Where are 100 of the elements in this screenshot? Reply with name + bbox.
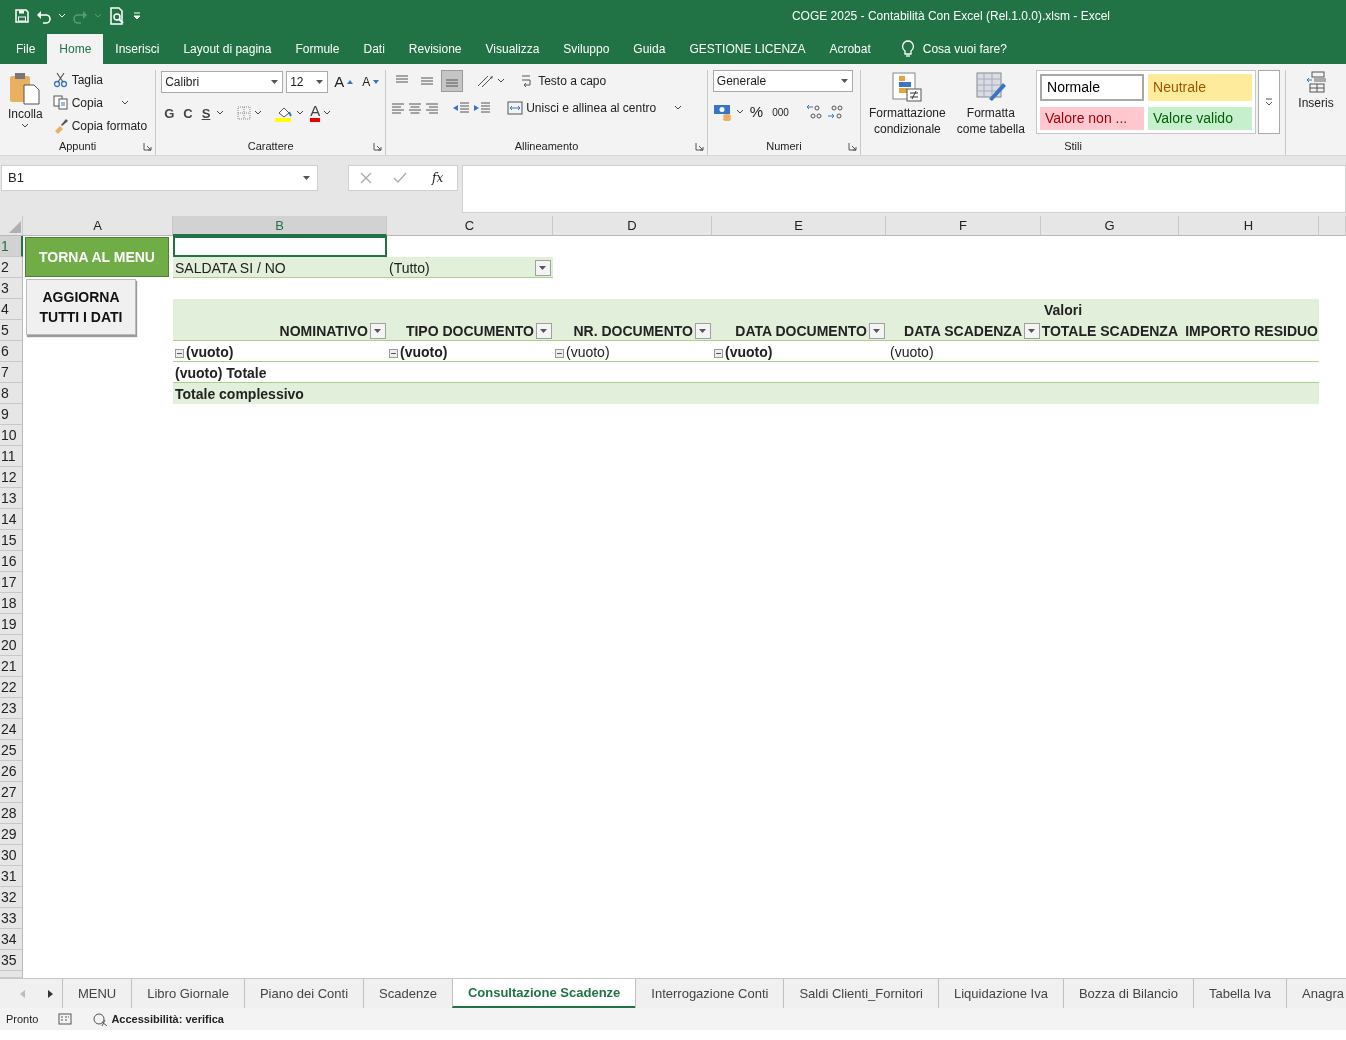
row-header[interactable]: 17 [0, 572, 23, 593]
save-icon[interactable] [14, 8, 30, 24]
paste-button[interactable]: Incolla [5, 70, 46, 139]
print-preview-icon[interactable] [108, 7, 126, 25]
ribbon-tab[interactable]: Visualizza [473, 34, 552, 64]
row-header[interactable]: 7 [0, 362, 23, 383]
row-header[interactable]: 19 [0, 614, 23, 635]
name-box[interactable]: B1 [1, 165, 318, 191]
row-header[interactable]: 16 [0, 551, 23, 572]
ribbon-tab[interactable]: Revisione [396, 34, 474, 64]
row-header[interactable]: 5 [0, 320, 23, 341]
sheet-tab[interactable]: Consultazione Scadenze [451, 979, 636, 1008]
row-header[interactable]: 4 [0, 299, 23, 320]
ribbon-button[interactable]: Formatta come tabella [952, 70, 1029, 139]
collapse-icon[interactable] [714, 349, 723, 358]
row-header[interactable]: 23 [0, 698, 23, 719]
ribbon-button[interactable]: Inseris [1291, 70, 1341, 155]
column-header[interactable]: B [173, 216, 387, 236]
column-header[interactable]: D [553, 216, 712, 236]
row-header[interactable]: 14 [0, 509, 23, 530]
row-header[interactable]: 34 [0, 929, 23, 950]
dialog-launcher-icon[interactable] [143, 142, 153, 151]
row-header[interactable]: 2 [0, 257, 23, 278]
filter-dropdown-button[interactable] [536, 323, 552, 339]
filter-dropdown-button[interactable] [370, 323, 386, 339]
cell-style-item[interactable]: Valore non ... [1040, 107, 1144, 130]
orientation-icon[interactable] [476, 74, 495, 88]
merge-center-button[interactable]: Unisci e allinea al centro [504, 98, 686, 118]
ribbon-tab[interactable]: Dati [351, 34, 397, 64]
row-header[interactable]: 21 [0, 656, 23, 677]
row-header[interactable]: 1 [0, 236, 23, 257]
cell-style-item[interactable]: Valore valido [1148, 107, 1252, 130]
row-header[interactable]: 18 [0, 593, 23, 614]
increase-decimal-icon[interactable] [804, 104, 823, 121]
accessibility-status[interactable]: Accessibilità: verifica [92, 1010, 224, 1028]
row-header[interactable]: 6 [0, 341, 23, 362]
row-header[interactable]: 3 [0, 278, 23, 299]
column-header[interactable]: C [387, 216, 553, 236]
ribbon-tab[interactable]: Inserisci [103, 34, 172, 64]
column-header[interactable]: H [1179, 216, 1319, 236]
row-header[interactable]: 31 [0, 866, 23, 887]
macro-button[interactable]: AGGIORNA TUTTI I DATI [26, 279, 136, 335]
ribbon-tab[interactable]: Formule [283, 34, 352, 64]
dialog-launcher-icon[interactable] [694, 142, 704, 151]
row-header[interactable]: 27 [0, 782, 23, 803]
column-header[interactable]: A [23, 216, 173, 236]
collapse-icon[interactable] [389, 349, 398, 358]
row-header[interactable]: 13 [0, 488, 23, 509]
number-format-field[interactable]: Generale [712, 70, 853, 92]
row-header[interactable]: 25 [0, 740, 23, 761]
search-prompt[interactable]: Cosa vuoi fare? [922, 40, 1007, 58]
row-header[interactable]: 26 [0, 761, 23, 782]
row-header[interactable]: 35 [0, 950, 23, 971]
ribbon-button[interactable]: Copia [49, 93, 151, 113]
currency-icon[interactable] [712, 103, 733, 122]
ribbon-tab[interactable]: File [4, 34, 48, 64]
ribbon-button[interactable]: 000 [769, 103, 792, 121]
row-header[interactable]: 15 [0, 530, 23, 551]
ribbon-tab[interactable]: Sviluppo [551, 34, 622, 64]
ribbon-tab[interactable]: Guida [621, 34, 678, 64]
row-header[interactable]: 28 [0, 803, 23, 824]
ribbon-tab[interactable]: GESTIONE LICENZA [677, 34, 818, 64]
column-header[interactable]: F [886, 216, 1041, 236]
ribbon-button[interactable]: S [198, 102, 214, 124]
align-bottom-button[interactable] [441, 70, 464, 92]
filter-dropdown-button[interactable] [1024, 323, 1040, 339]
active-cell[interactable] [173, 236, 387, 257]
font-size-field[interactable]: 12 [286, 71, 329, 94]
ribbon-button[interactable]: C [180, 102, 196, 124]
collapse-icon[interactable] [555, 349, 564, 358]
scroll-right-icon[interactable] [48, 989, 54, 998]
filter-dropdown-button[interactable] [695, 323, 711, 339]
collapse-icon[interactable] [175, 349, 184, 358]
cell-style-item[interactable]: Neutrale [1148, 74, 1252, 101]
ribbon-button[interactable]: % [746, 100, 767, 125]
column-header[interactable]: G [1041, 216, 1179, 236]
row-header[interactable]: 12 [0, 467, 23, 488]
row-header[interactable]: 22 [0, 677, 23, 698]
row-header[interactable]: 24 [0, 719, 23, 740]
ribbon-button[interactable]: Formattazione condizionale [866, 70, 949, 139]
cell-style-item[interactable]: Normale [1040, 74, 1144, 101]
filter-dropdown-button[interactable] [869, 323, 885, 339]
ribbon-button[interactable]: A [359, 72, 383, 93]
ribbon-button[interactable]: A [331, 70, 357, 95]
column-header[interactable]: E [712, 216, 886, 236]
font-name-field[interactable]: Calibri [161, 71, 284, 94]
row-header[interactable]: 30 [0, 845, 23, 866]
decrease-decimal-icon[interactable] [825, 104, 844, 121]
customize-icon[interactable] [132, 11, 142, 21]
row-header[interactable]: 20 [0, 635, 23, 656]
formula-input[interactable] [462, 165, 1346, 213]
wrap-text-button[interactable]: Testo a capo [518, 71, 610, 91]
row-header[interactable]: 33 [0, 908, 23, 929]
row-header[interactable]: 11 [0, 446, 23, 467]
insert-function-button[interactable]: fx [429, 168, 447, 188]
ribbon-tab[interactable]: Layout di pagina [171, 34, 284, 64]
dialog-launcher-icon[interactable] [373, 142, 383, 151]
dialog-launcher-icon[interactable] [848, 142, 857, 151]
row-header[interactable]: 8 [0, 383, 23, 404]
ribbon-button[interactable]: G [161, 102, 178, 124]
